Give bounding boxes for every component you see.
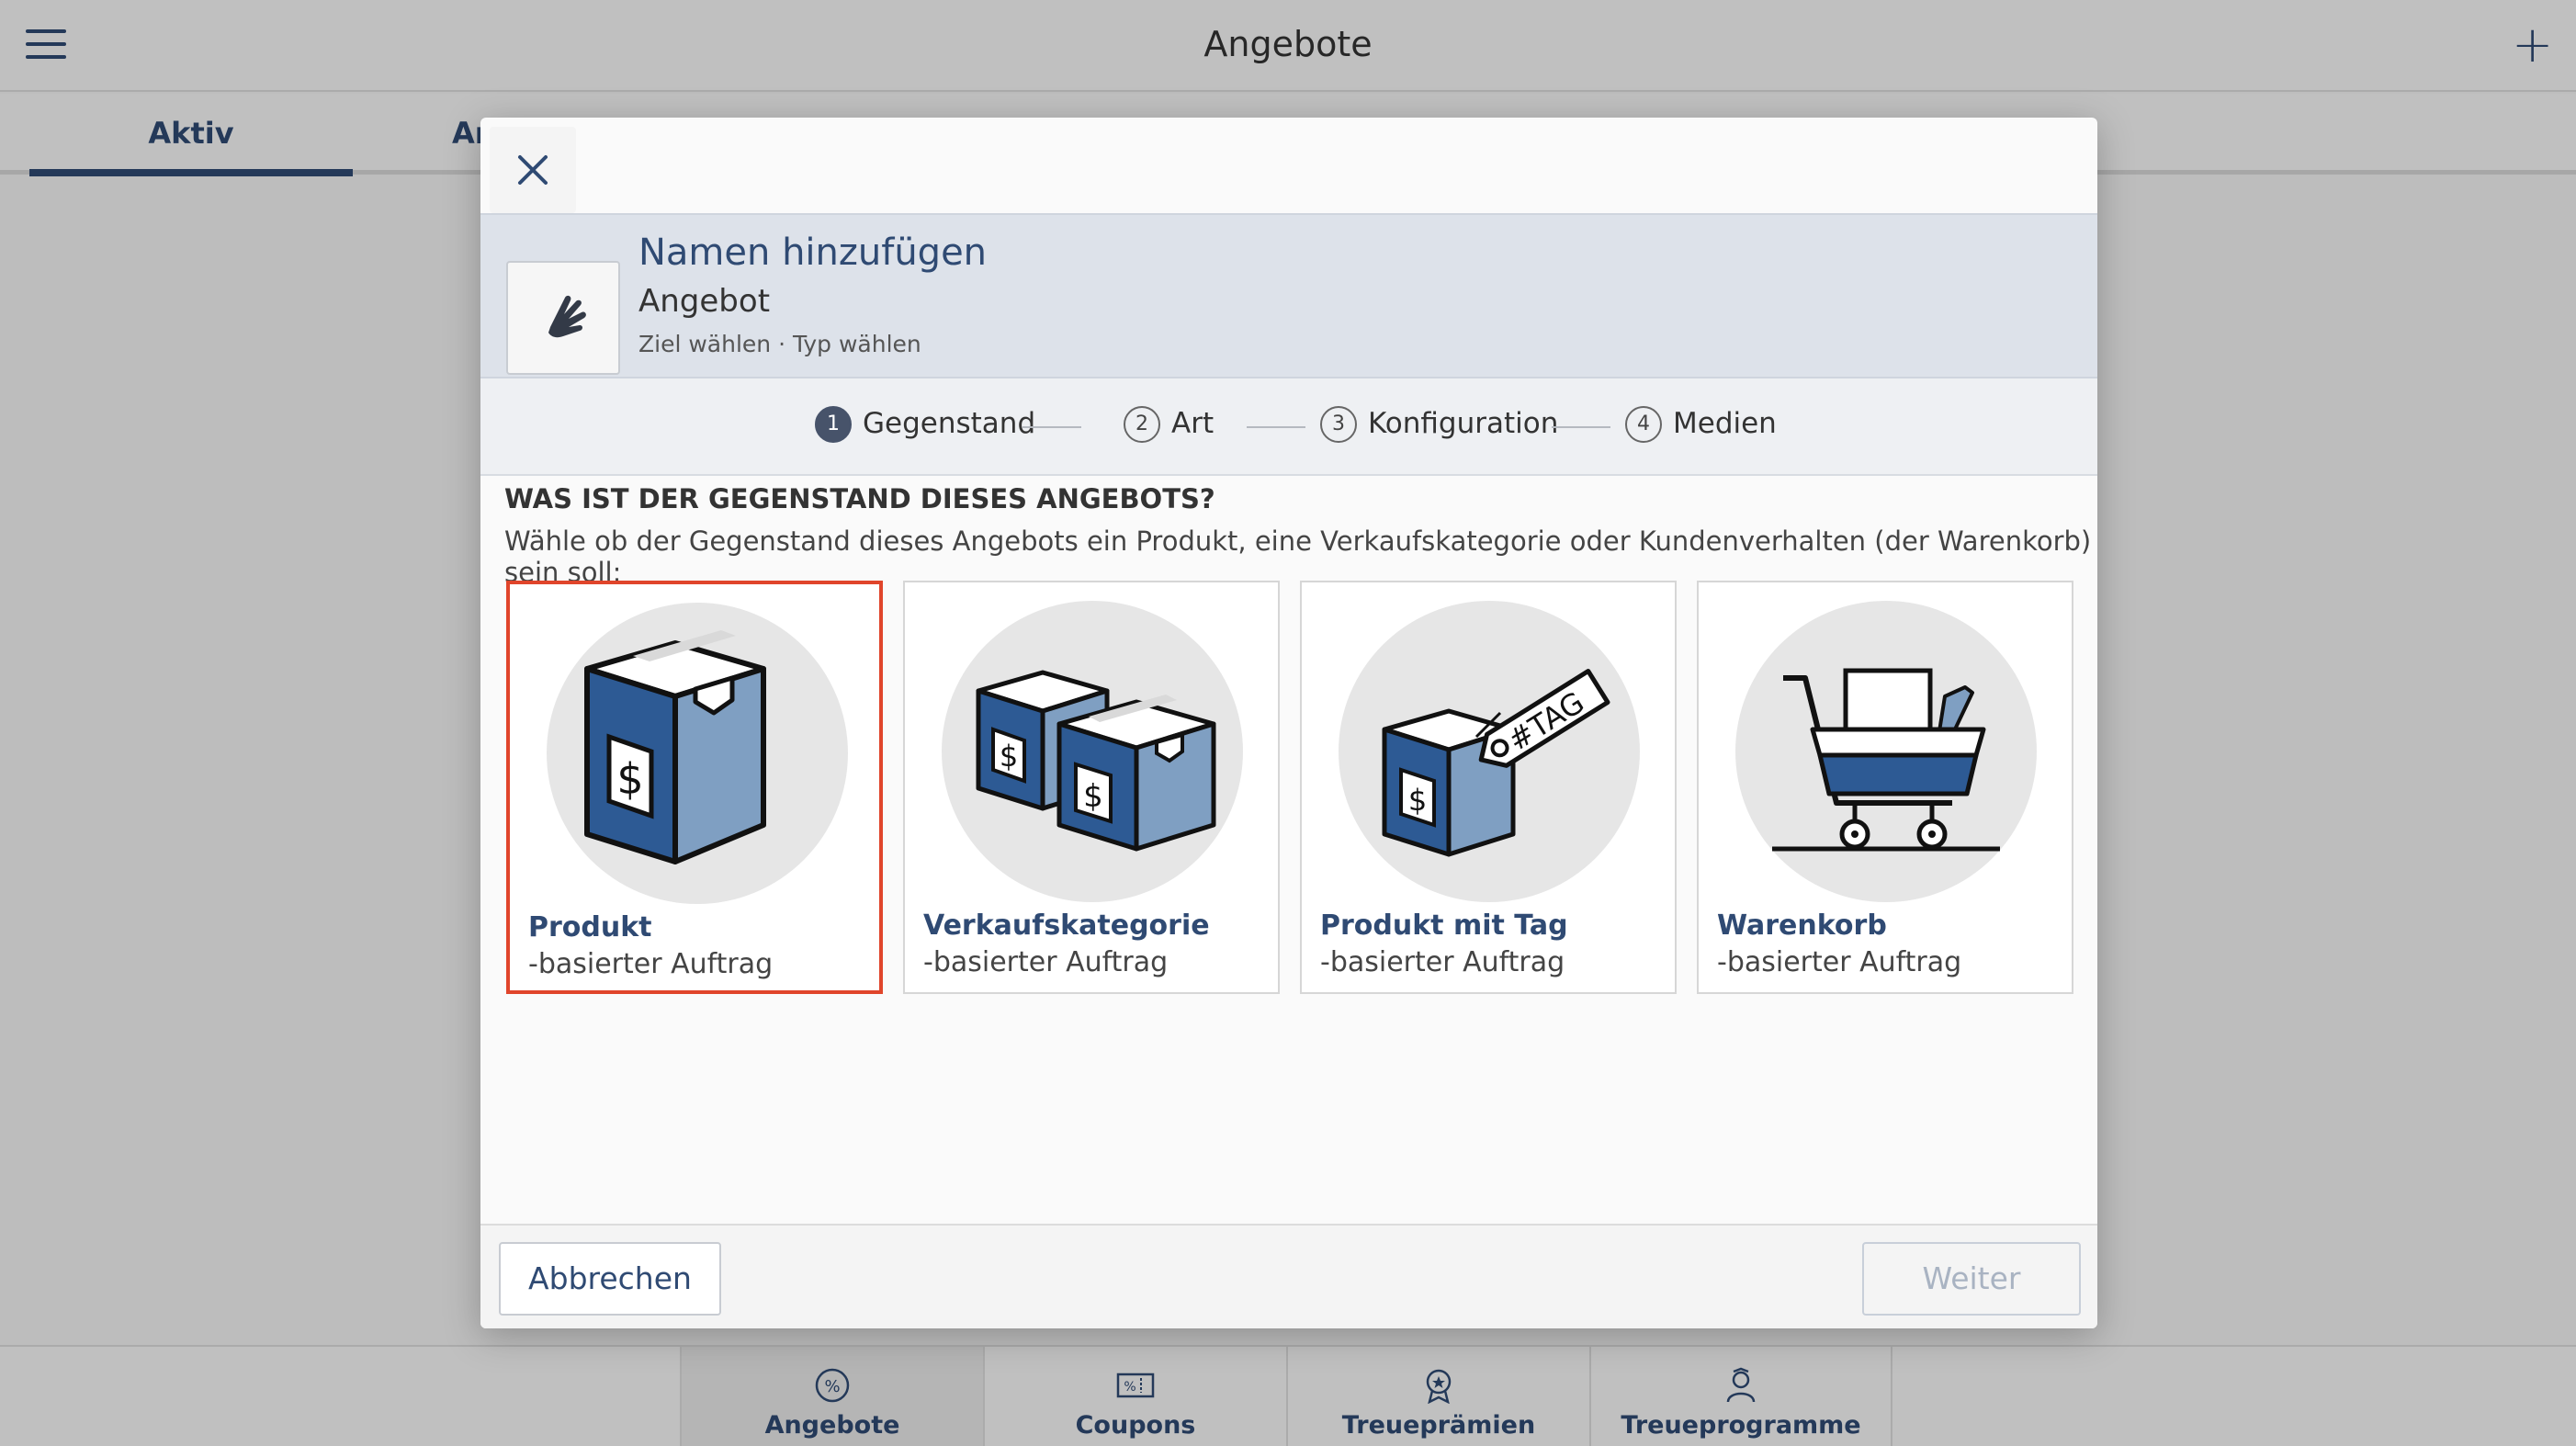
- hand-icon: [548, 295, 586, 338]
- step-label: Konfiguration: [1368, 407, 1559, 440]
- close-icon: [518, 155, 548, 185]
- cart-icon: [1772, 668, 2000, 852]
- option-verkaufskategorie[interactable]: $ $ Verkaufskategorie -basierter Auftrag: [903, 581, 1280, 994]
- tagged-box-icon: $ #TAG: [1382, 669, 1610, 857]
- close-button[interactable]: [490, 127, 576, 213]
- svg-text:$: $: [1083, 778, 1103, 815]
- option-name: Produkt mit Tag: [1320, 909, 1568, 942]
- dialog-subtitle: Angebot: [638, 283, 771, 320]
- svg-text:$: $: [1000, 739, 1018, 774]
- boxes-icon: $ $: [976, 670, 1216, 852]
- option-subtitle: -basierter Auftrag: [923, 946, 1169, 978]
- header-icon-box: [506, 261, 620, 375]
- option-illustration: $: [547, 603, 848, 904]
- breadcrumb: Ziel wählen · Typ wählen: [638, 331, 921, 357]
- cancel-button[interactable]: Abbrechen: [499, 1242, 721, 1316]
- box-icon: $: [584, 630, 766, 864]
- step-number: 3: [1320, 406, 1357, 443]
- next-button[interactable]: Weiter: [1862, 1242, 2081, 1316]
- option-subtitle: -basierter Auftrag: [528, 948, 774, 980]
- option-illustration: $ #TAG: [1339, 601, 1640, 902]
- step-gegenstand[interactable]: 1 Gegenstand: [815, 406, 1035, 446]
- step-number: 2: [1124, 406, 1160, 443]
- step-connector: [1022, 426, 1081, 428]
- step-medien[interactable]: 4 Medien: [1625, 406, 1777, 446]
- option-warenkorb[interactable]: Warenkorb -basierter Auftrag: [1697, 581, 2073, 994]
- option-produkt-mit-tag[interactable]: $ #TAG Produkt mit Tag -basierter Auftra…: [1300, 581, 1677, 994]
- step-label: Art: [1171, 407, 1215, 440]
- step-number: 4: [1625, 406, 1662, 443]
- option-subtitle: -basierter Auftrag: [1717, 946, 1962, 978]
- add-offer-dialog: Namen hinzufügen Angebot Ziel wählen · T…: [480, 118, 2097, 1328]
- question-heading: WAS IST DER GEGENSTAND DIESES ANGEBOTS?: [504, 483, 1215, 514]
- option-name: Warenkorb: [1717, 909, 1887, 942]
- option-produkt[interactable]: $ Produkt -basierter Auftrag: [506, 581, 883, 994]
- step-number: 1: [815, 406, 852, 443]
- option-subtitle: -basierter Auftrag: [1320, 946, 1565, 978]
- option-illustration: [1735, 601, 2037, 902]
- option-illustration: $ $: [942, 601, 1243, 902]
- question-description: Wähle ob der Gegenstand dieses Angebots …: [504, 525, 2092, 588]
- option-name: Produkt: [528, 911, 652, 943]
- step-label: Medien: [1673, 407, 1777, 440]
- step-label: Gegenstand: [863, 407, 1036, 440]
- step-connector: [1552, 426, 1610, 428]
- svg-text:$: $: [616, 754, 643, 804]
- step-art[interactable]: 2 Art: [1124, 406, 1214, 446]
- dialog-footer: Abbrechen Weiter: [480, 1224, 2097, 1328]
- step-connector: [1247, 426, 1305, 428]
- option-name: Verkaufskategorie: [923, 909, 1210, 942]
- svg-text:$: $: [1408, 783, 1427, 818]
- dialog-title: Namen hinzufügen: [638, 232, 988, 274]
- step-konfiguration[interactable]: 3 Konfiguration: [1320, 406, 1558, 446]
